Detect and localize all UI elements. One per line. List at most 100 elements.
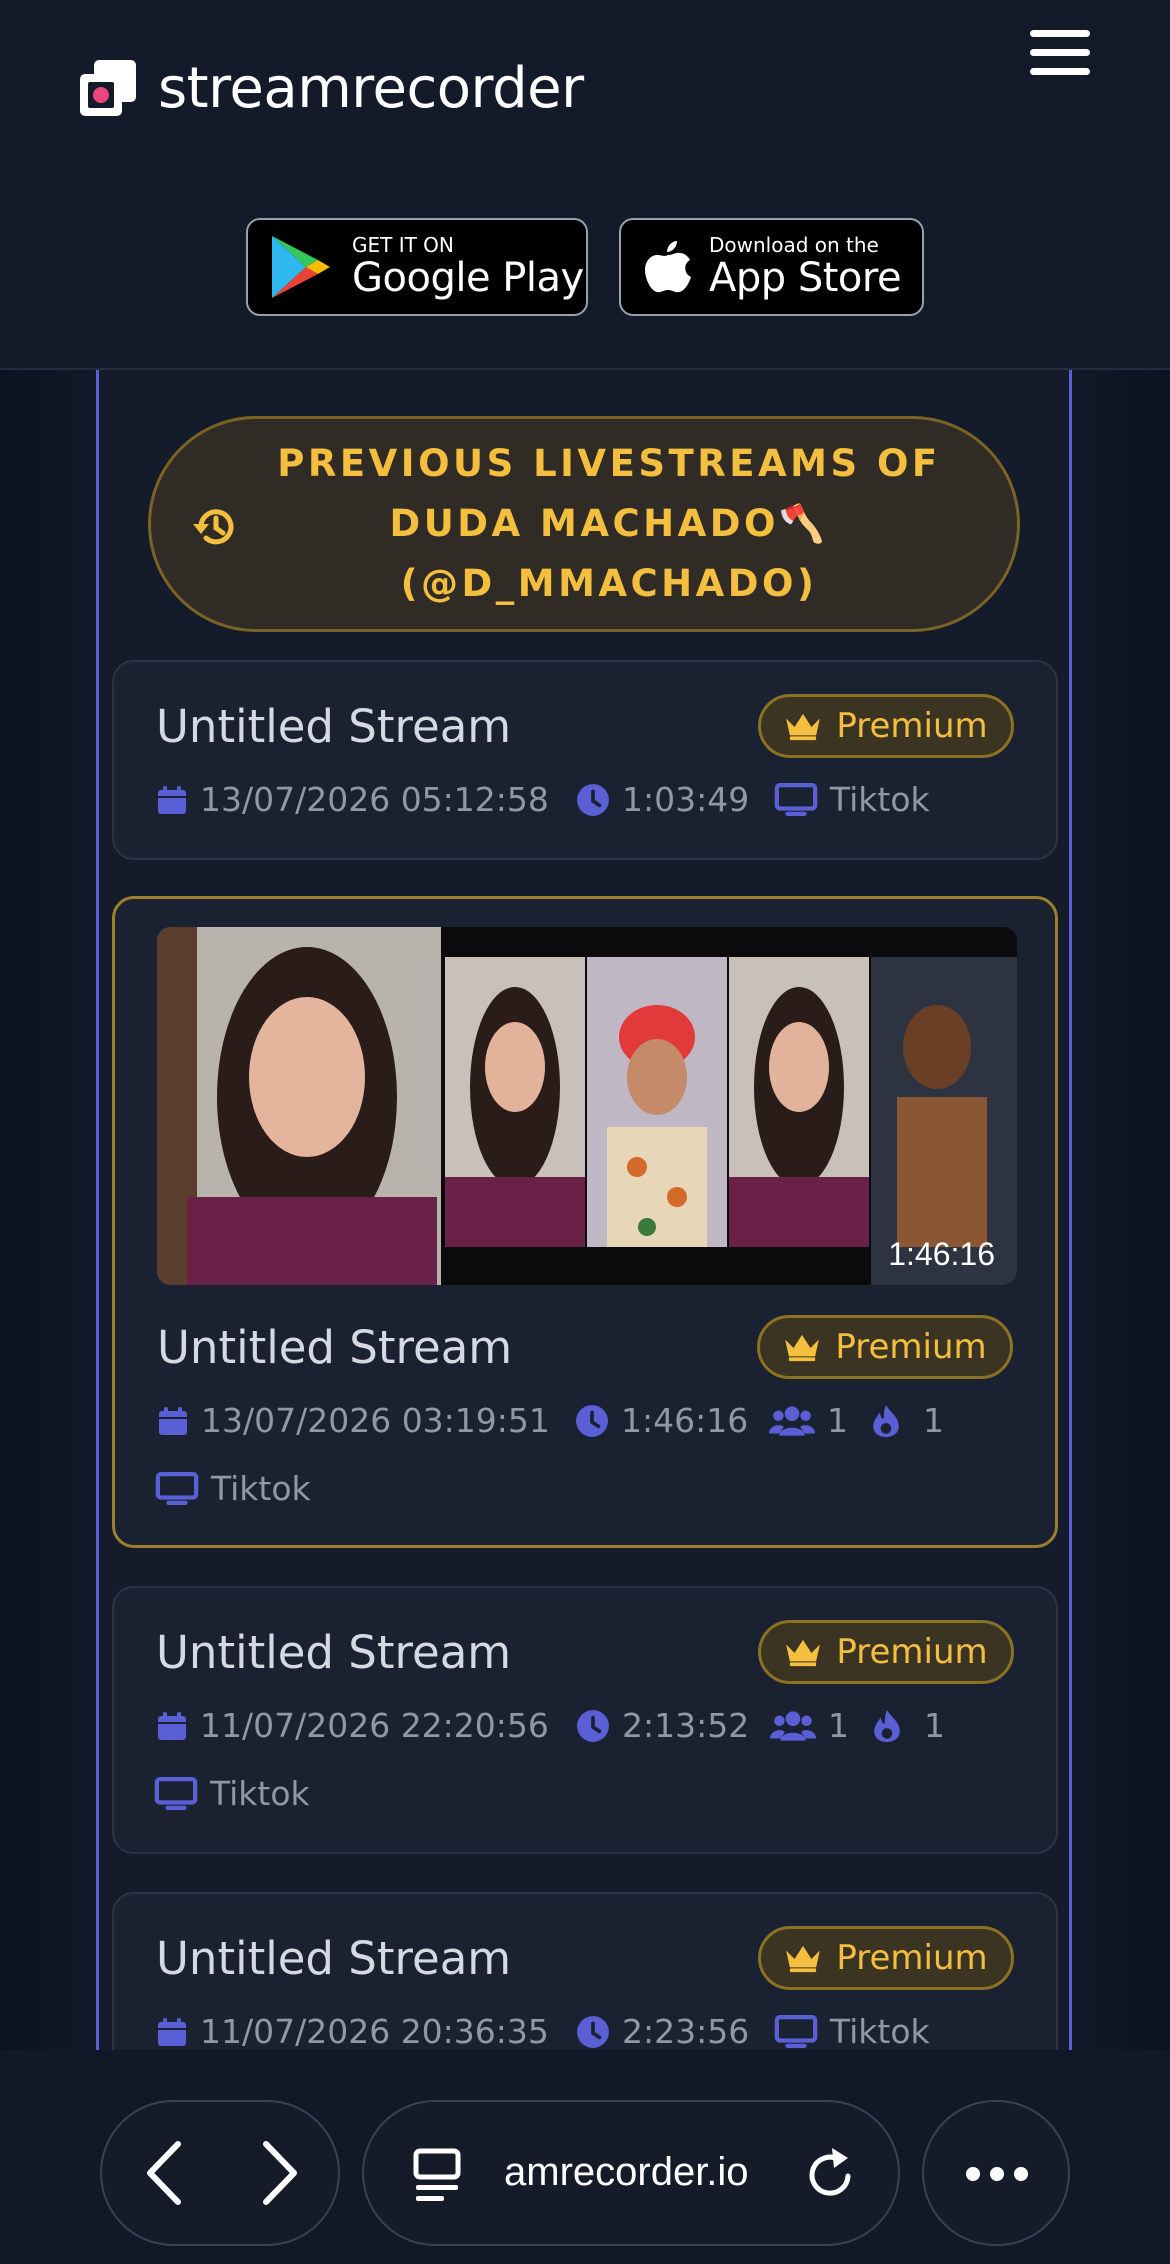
calendar-icon: [156, 783, 188, 817]
calendar-icon: [157, 1404, 189, 1438]
app-store-small-label: Download on the: [709, 233, 879, 257]
premium-badge: Premium: [758, 1926, 1014, 1990]
premium-badge: Premium: [758, 1620, 1014, 1684]
logo-text: streamrecorder: [158, 55, 584, 121]
stream-date: 13/07/2026 05:12:58: [156, 780, 549, 819]
logo-icon: [80, 60, 136, 116]
crown-icon: [783, 1332, 821, 1362]
stream-duration-value: 1:03:49: [622, 780, 750, 819]
thumbnail-image: [157, 927, 1017, 1285]
google-play-small-label: GET IT ON: [352, 233, 454, 257]
tv-icon: [155, 1472, 199, 1506]
heading-line-3: (@D_MMACHADO): [400, 562, 818, 605]
history-icon: [193, 509, 234, 545]
navigation-buttons: [100, 2100, 340, 2246]
stream-platform-value: Tiktok: [211, 1469, 311, 1508]
site-logo[interactable]: streamrecorder: [80, 55, 584, 121]
stream-duration: 1:46:16: [575, 1401, 748, 1440]
stream-date-value: 11/07/2026 22:20:56: [200, 1706, 549, 1745]
google-play-label: Google Play: [352, 255, 584, 301]
stream-viewers: 1: [769, 1401, 848, 1440]
stream-likes-value: 1: [924, 1706, 945, 1745]
stream-viewers-value: 1: [828, 1706, 849, 1745]
google-play-icon: [272, 236, 330, 298]
app-store-label: App Store: [709, 255, 902, 301]
stream-card[interactable]: Untitled Stream Premium 13/07/2026 05:12…: [112, 660, 1058, 860]
clock-icon: [576, 2015, 610, 2049]
stream-duration-value: 2:23:56: [622, 2012, 750, 2051]
stream-date: 11/07/2026 22:20:56: [156, 1706, 549, 1745]
hamburger-menu-button[interactable]: [1030, 30, 1090, 82]
menu-bar: [1030, 30, 1090, 37]
premium-badge: Premium: [757, 1315, 1013, 1379]
stream-viewers-value: 1: [827, 1401, 848, 1440]
clock-icon: [576, 783, 610, 817]
tv-icon: [774, 2015, 818, 2049]
stream-date-value: 11/07/2026 20:36:35: [200, 2012, 549, 2051]
stream-viewers: 1: [770, 1706, 849, 1745]
stream-duration: 2:13:52: [576, 1706, 749, 1745]
fire-icon: [872, 1709, 902, 1743]
clock-icon: [576, 1709, 610, 1743]
google-play-button[interactable]: GET IT ON Google Play: [246, 218, 588, 316]
stream-title: Untitled Stream: [156, 700, 512, 753]
users-icon: [769, 1404, 815, 1438]
stream-platform: Tiktok: [774, 2012, 930, 2051]
heading-line-1: PREVIOUS LIVESTREAMS OF: [277, 442, 941, 485]
calendar-icon: [156, 2015, 188, 2049]
premium-badge-label: Premium: [836, 706, 988, 746]
stream-platform-value: Tiktok: [830, 2012, 930, 2051]
calendar-icon: [156, 1709, 188, 1743]
url-text: amrecorder.io: [504, 2150, 749, 2194]
stream-duration: 2:23:56: [576, 2012, 749, 2051]
stream-date-value: 13/07/2026 03:19:51: [201, 1401, 550, 1440]
stream-card-featured[interactable]: 1:46:16 Untitled Stream Premium 13/07/20…: [112, 896, 1058, 1548]
stream-duration-value: 1:46:16: [621, 1401, 749, 1440]
stream-title: Untitled Stream: [156, 1626, 512, 1679]
premium-badge-label: Premium: [835, 1327, 987, 1367]
apple-icon: [645, 241, 691, 293]
right-gutter: [1074, 370, 1170, 2050]
address-bar[interactable]: amrecorder.io: [362, 2100, 900, 2246]
stream-date-value: 13/07/2026 05:12:58: [200, 780, 549, 819]
crown-icon: [784, 1943, 822, 1973]
thumbnail-duration: 1:46:16: [888, 1236, 995, 1272]
menu-bar: [1030, 68, 1090, 75]
stream-title: Untitled Stream: [157, 1321, 513, 1374]
stream-platform: Tiktok: [774, 780, 930, 819]
premium-badge-label: Premium: [836, 1938, 988, 1978]
browser-toolbar: amrecorder.io: [0, 2050, 1170, 2264]
menu-bar: [1030, 49, 1090, 56]
stream-likes-value: 1: [923, 1401, 944, 1440]
clock-icon: [575, 1404, 609, 1438]
tv-icon: [154, 1777, 198, 1811]
page-heading: PREVIOUS LIVESTREAMS OF DUDA MACHADO🪓 (@…: [148, 416, 1020, 632]
stream-likes: 1: [871, 1401, 944, 1440]
crown-icon: [784, 1637, 822, 1667]
stream-thumbnail[interactable]: 1:46:16: [157, 927, 1017, 1285]
stream-duration: 1:03:49: [576, 780, 749, 819]
forward-icon[interactable]: [254, 2138, 304, 2208]
heading-line-2: DUDA MACHADO🪓: [389, 502, 829, 545]
stream-card[interactable]: Untitled Stream Premium 11/07/2026 22:20…: [112, 1586, 1058, 1854]
stream-likes: 1: [872, 1706, 945, 1745]
crown-icon: [784, 711, 822, 741]
premium-badge: Premium: [758, 694, 1014, 758]
page-menu-icon[interactable]: [412, 2147, 462, 2203]
more-dots-icon: [966, 2167, 1028, 2181]
stream-date: 13/07/2026 03:19:51: [157, 1401, 550, 1440]
stream-title: Untitled Stream: [156, 1932, 512, 1985]
users-icon: [770, 1709, 816, 1743]
stream-duration-value: 2:13:52: [622, 1706, 750, 1745]
left-gutter: [0, 370, 96, 2050]
stream-platform-value: Tiktok: [830, 780, 930, 819]
premium-badge-label: Premium: [836, 1632, 988, 1672]
app-store-button[interactable]: Download on the App Store: [619, 218, 924, 316]
tv-icon: [774, 783, 818, 817]
stream-platform: Tiktok: [154, 1774, 310, 1813]
more-options-button[interactable]: [922, 2100, 1070, 2246]
reload-icon[interactable]: [804, 2146, 856, 2202]
stream-platform-value: Tiktok: [210, 1774, 310, 1813]
site-header: streamrecorder GET IT ON Google Play Dow…: [0, 0, 1170, 370]
back-icon[interactable]: [140, 2138, 190, 2208]
